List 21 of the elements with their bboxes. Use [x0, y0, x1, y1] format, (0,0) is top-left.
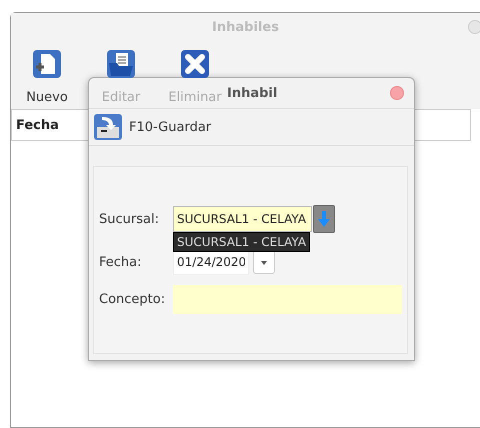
- spinner-button[interactable]: [253, 250, 275, 274]
- combo-field[interactable]: SUCURSAL1 - CELAYA: [173, 206, 312, 232]
- text-field[interactable]: [173, 285, 402, 314]
- save-button[interactable]: F10-Guardar: [93, 113, 212, 141]
- dialog-title: Inhabil: [227, 86, 278, 100]
- new-document-icon: [32, 49, 62, 79]
- tooltip: SUCURSAL1 - CELAYA: [173, 232, 310, 252]
- close-button[interactable]: [390, 86, 404, 100]
- save-tray-icon: [93, 113, 123, 141]
- column-header: Fecha: [16, 118, 59, 132]
- dropdown-button[interactable]: [313, 205, 335, 233]
- folder-document-icon: [106, 49, 136, 79]
- field-label: Sucursal:: [99, 212, 160, 226]
- window-title: Inhabiles: [212, 20, 279, 34]
- field-label: Concepto:: [99, 292, 166, 307]
- delete-icon: [180, 49, 210, 79]
- field-label: Fecha:: [99, 254, 142, 270]
- toolbar-button[interactable]: Nuevo: [13, 45, 81, 109]
- window-button[interactable]: [468, 20, 480, 34]
- down-arrow-icon: [318, 211, 330, 227]
- caret-icon: [261, 260, 267, 264]
